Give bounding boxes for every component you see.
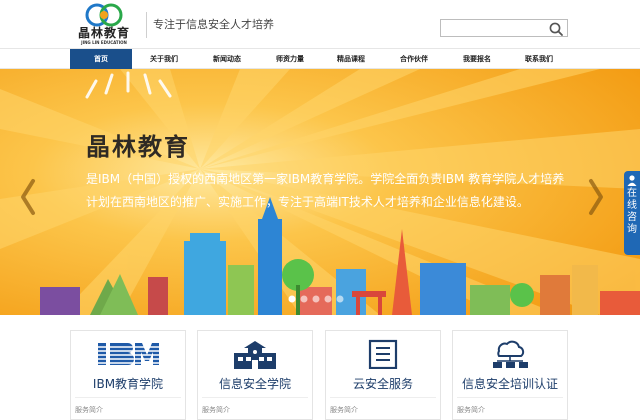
main-nav: 首页 关于我们 新闻动态 师资力量 精品课程 合作伙伴 我要报名 联系我们 [0, 48, 640, 69]
nav-item-signup[interactable]: 我要报名 [446, 49, 508, 69]
service-card-security-training[interactable]: 信息安全培训认证 服务简介 [452, 330, 568, 420]
service-card-security-college[interactable]: 信息安全学院 服务简介 [197, 330, 313, 420]
search-icon[interactable] [548, 21, 564, 37]
nav-item-courses[interactable]: 精品课程 [320, 49, 382, 69]
logo-mark-icon [85, 3, 123, 27]
consult-person-icon [627, 175, 637, 186]
cloud-network-icon [493, 340, 528, 368]
nav-item-news[interactable]: 新闻动态 [196, 49, 258, 69]
logo-name: 晶林教育 [77, 26, 130, 40]
service-card-cloud-security[interactable]: 云安全服务 服务简介 [325, 330, 441, 420]
service-card-subtitle: 服务简介 [202, 406, 230, 414]
service-card-subtitle: 服务简介 [457, 406, 485, 414]
consult-label: 在线咨询 [627, 188, 637, 235]
service-card-subtitle: 服务简介 [75, 406, 103, 414]
site-logo[interactable]: 晶林教育 JING LIN EDUCATION [72, 2, 136, 46]
online-consult-button[interactable]: 在线咨询 [624, 171, 640, 255]
search-input[interactable] [444, 21, 544, 35]
card-divider [75, 397, 181, 398]
card-divider [330, 397, 436, 398]
site-header: 晶林教育 JING LIN EDUCATION 专注于信息安全人才培养 [0, 0, 640, 48]
site-slogan: 专注于信息安全人才培养 [146, 12, 274, 38]
hero-banner: 晶林教育 是IBM（中国）授权的西南地区第一家IBM教育学院。学院全面负责IBM… [0, 69, 640, 315]
service-card-subtitle: 服务简介 [330, 406, 358, 414]
next-slide-arrow-icon[interactable] [586, 177, 606, 217]
nav-item-teachers[interactable]: 师资力量 [259, 49, 321, 69]
service-card-title: 信息安全学院 [218, 377, 291, 391]
nav-item-partners[interactable]: 合作伙伴 [383, 49, 445, 69]
prev-slide-arrow-icon[interactable] [18, 177, 38, 217]
search-box [440, 19, 568, 37]
card-divider [457, 397, 563, 398]
service-cards: IBM教育学院 服务简介 信息安全学院 服务简介 云安全服务 服务简介 信息安全… [0, 315, 640, 420]
ibm-logo-icon [97, 343, 161, 365]
service-card-ibm[interactable]: IBM教育学院 服务简介 [70, 330, 186, 420]
card-divider [202, 397, 308, 398]
document-icon [368, 339, 398, 369]
school-building-icon [234, 341, 276, 369]
banner-description: 是IBM（中国）授权的西南地区第一家IBM教育学院。学院全面负责IBM 教育学院… [86, 172, 565, 209]
nav-item-home[interactable]: 首页 [70, 49, 132, 69]
nav-item-contact[interactable]: 联系我们 [508, 49, 570, 69]
service-card-title: IBM教育学院 [92, 377, 164, 391]
service-card-title: 云安全服务 [352, 377, 413, 391]
service-card-title: 信息安全培训认证 [461, 377, 558, 391]
logo-subtitle: JING LIN EDUCATION [81, 40, 127, 45]
nav-item-about[interactable]: 关于我们 [133, 49, 195, 69]
banner-title: 晶林教育 [86, 133, 190, 161]
